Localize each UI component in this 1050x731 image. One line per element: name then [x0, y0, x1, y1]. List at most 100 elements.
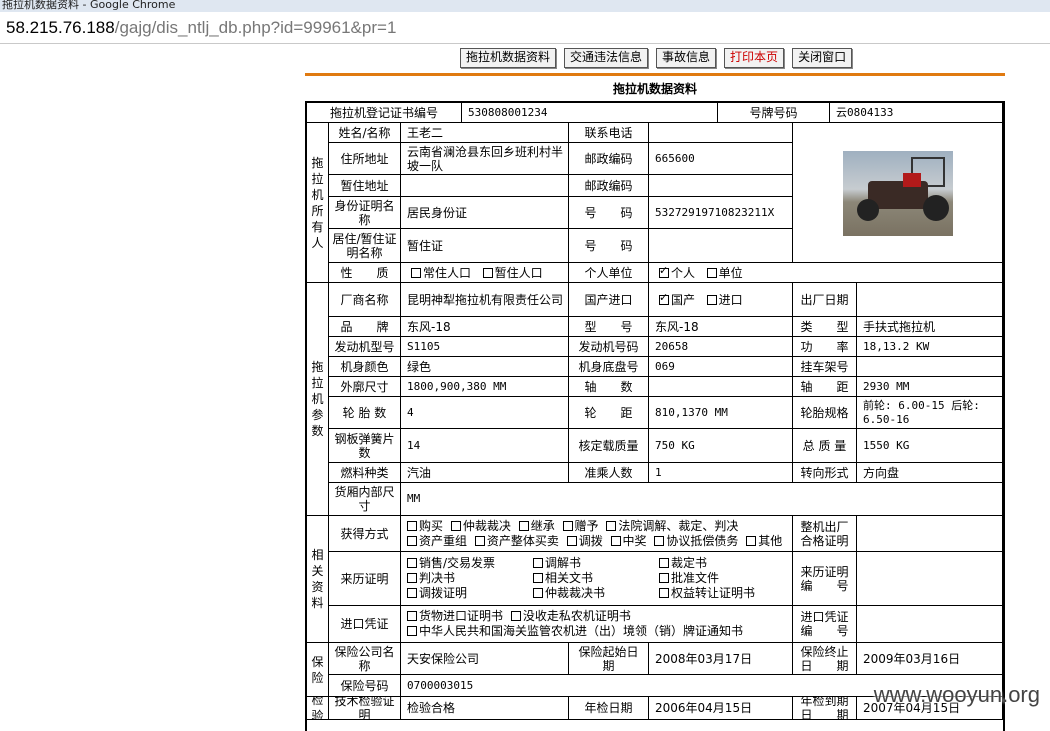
option[interactable]: 法院调解、裁定、判决 [602, 519, 738, 533]
option[interactable]: 批准文件 [655, 571, 792, 586]
option-label: 协议抵偿债务 [666, 533, 739, 548]
option[interactable]: 销售/交易发票 [403, 556, 529, 571]
checkbox[interactable] [562, 520, 573, 531]
addr-value: 云南省澜沧县东回乡班利村半坡一队 [401, 143, 569, 175]
section-char: 验 [311, 709, 324, 720]
tire-value: 前轮: 6.00-15 后轮: 6.50-16 [857, 397, 1003, 429]
spring-value: 14 [401, 429, 569, 463]
plate-value: 云0804133 [830, 103, 1003, 123]
checkbox[interactable] [474, 535, 485, 546]
checkbox[interactable] [518, 520, 529, 531]
address-bar[interactable]: 58.215.76.188/gajg/dis_ntlj_db.php?id=99… [0, 12, 1050, 44]
checkbox[interactable] [566, 535, 577, 546]
checkbox[interactable] [533, 558, 543, 568]
hist-options: 销售/交易发票 调解书 裁定书判决书 相关文书 批准文件调拨证明 仲裁裁决书 权益转让证明书 [401, 552, 793, 606]
phone-label: 联系电话 [569, 123, 649, 143]
close-window-button[interactable]: 关闭窗口 [792, 48, 853, 68]
option-label: 仲裁裁决书 [545, 586, 606, 600]
option[interactable]: 判决书 [403, 571, 529, 586]
engmodel-value: S1105 [401, 337, 569, 357]
idno-label: 号 码 [569, 197, 649, 229]
checkbox[interactable] [450, 520, 461, 531]
checkbox[interactable] [482, 267, 493, 278]
ins-end-label: 保险终止日 期 [793, 643, 857, 675]
cert-label2: 整机出厂合格证明 [793, 516, 857, 552]
option-label: 相关文书 [545, 571, 594, 585]
checkbox[interactable] [533, 588, 543, 598]
resno-value [649, 229, 793, 263]
option[interactable]: 常住人口 [407, 266, 471, 280]
addr-label: 住所地址 [329, 143, 401, 175]
option[interactable]: 国产 [655, 291, 695, 307]
checkbox[interactable] [659, 573, 669, 583]
option[interactable]: 货物进口证明书 [403, 609, 503, 623]
date-label: 出厂日期 [793, 283, 857, 317]
section-char: 拉 [311, 376, 324, 390]
option[interactable]: 权益转让证明书 [655, 586, 792, 601]
tractor-data-button[interactable]: 拖拉机数据资料 [460, 48, 557, 68]
size-label: 外廓尺寸 [329, 377, 401, 397]
traffic-violation-button[interactable]: 交通违法信息 [564, 48, 649, 68]
size-value: 1800,900,380 MM [401, 377, 569, 397]
option[interactable]: 资产整体买卖 [471, 534, 559, 548]
checkbox[interactable] [706, 294, 717, 305]
option[interactable]: 个人 [655, 264, 695, 280]
checkbox[interactable] [659, 291, 669, 305]
option[interactable]: 中华人民共和国海关监管农机进（出）境领（销）牌证通知书 [403, 624, 743, 638]
checkbox[interactable] [407, 611, 417, 621]
steer-label: 转向形式 [793, 463, 857, 483]
option[interactable]: 资产重组 [403, 534, 467, 548]
option-label: 继承 [530, 518, 555, 533]
option-label: 其他 [758, 533, 783, 548]
checkbox[interactable] [533, 573, 543, 583]
option[interactable]: 仲裁裁决书 [529, 586, 655, 601]
nature-options: 常住人口 暂住人口 [401, 263, 569, 283]
option[interactable]: 单位 [703, 266, 743, 280]
option[interactable]: 调拨证明 [403, 586, 529, 601]
checkbox[interactable] [746, 535, 757, 546]
print-page-button[interactable]: 打印本页 [724, 48, 785, 68]
idno-value: 53272919710823211X [649, 197, 793, 229]
checkbox[interactable] [659, 588, 669, 598]
checkbox[interactable] [606, 520, 617, 531]
option[interactable]: 协议抵偿债务 [650, 534, 738, 548]
trailer-value [857, 357, 1003, 377]
checkbox[interactable] [407, 573, 417, 583]
option-label: 中奖 [622, 533, 647, 548]
checkbox[interactable] [659, 264, 669, 278]
checkbox[interactable] [407, 626, 417, 636]
option[interactable]: 没收走私农机证明书 [507, 609, 631, 623]
accident-info-button[interactable]: 事故信息 [656, 48, 717, 68]
checkbox[interactable] [411, 267, 421, 278]
checkbox[interactable] [659, 558, 669, 568]
checkbox[interactable] [706, 267, 717, 278]
url-host: 58.215.76.188 [6, 18, 115, 37]
checkbox[interactable] [610, 535, 621, 546]
option-label: 购买 [419, 518, 444, 533]
option[interactable]: 进口 [703, 293, 743, 307]
ins-start-label: 保险起始日 期 [569, 643, 649, 675]
option[interactable]: 仲裁裁决 [447, 519, 511, 533]
checkbox[interactable] [407, 535, 417, 546]
watermark: www.wooyun.org [873, 682, 1040, 707]
option[interactable]: 继承 [515, 519, 555, 533]
option[interactable]: 相关文书 [529, 571, 655, 586]
checkbox[interactable] [510, 611, 521, 621]
option[interactable]: 暂住人口 [479, 266, 543, 280]
section-char: 关 [311, 564, 324, 578]
checkbox[interactable] [407, 588, 417, 598]
option[interactable]: 赠予 [559, 519, 599, 533]
checkbox[interactable] [407, 520, 417, 531]
name-label: 姓名/名称 [329, 123, 401, 143]
option[interactable]: 调拨 [563, 534, 603, 548]
option[interactable]: 其他 [742, 534, 782, 548]
option[interactable]: 中奖 [607, 534, 647, 548]
option[interactable]: 购买 [403, 519, 443, 533]
checkbox[interactable] [654, 535, 665, 546]
axle-value [649, 377, 793, 397]
option[interactable]: 裁定书 [655, 556, 792, 571]
checkbox[interactable] [407, 558, 417, 568]
acq-options: 购买 仲裁裁决 继承 赠予 法院调解、裁定、判决 资产重组 资产整体买卖 调拨 … [401, 516, 793, 552]
option[interactable]: 调解书 [529, 556, 655, 571]
insp-date-value: 2006年04月15日 [649, 697, 793, 720]
